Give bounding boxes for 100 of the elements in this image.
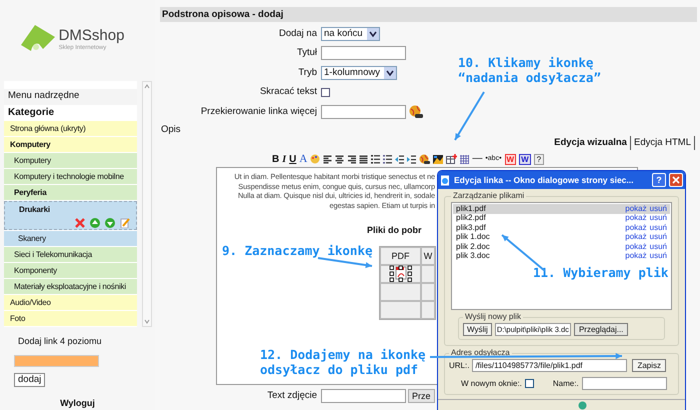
- delete-link[interactable]: usuń: [650, 240, 667, 253]
- logout-link[interactable]: Wyloguj: [60, 396, 95, 410]
- annotation-text: 12. Dodajemy na ikonkę odsyłacz do pliku pdf: [260, 347, 426, 377]
- category-item[interactable]: Komponenty: [4, 263, 137, 278]
- globe-link-icon[interactable]: [409, 104, 423, 119]
- group-title: Zarządzanie plikami: [452, 190, 526, 202]
- table-cell[interactable]: [421, 282, 435, 300]
- category-item[interactable]: Drukarki: [4, 201, 137, 230]
- category-item[interactable]: Skanery: [4, 231, 137, 246]
- grid-icon[interactable]: [460, 154, 470, 164]
- title-input[interactable]: [321, 46, 406, 60]
- name-input[interactable]: [582, 377, 667, 390]
- delete-link[interactable]: usuń: [650, 222, 667, 234]
- url-input[interactable]: /files/1104985773/file/plik1.pdf: [472, 359, 628, 372]
- field-label: Dodaj na: [278, 26, 318, 41]
- field-label: Przekierowanie linka więcej: [200, 104, 318, 119]
- field-label: Skracać tekst: [258, 85, 318, 100]
- browse-button[interactable]: Prze: [408, 389, 435, 404]
- annotation-text: 9. Zaznaczamy ikonkę: [222, 243, 373, 258]
- bold-button[interactable]: B: [272, 152, 280, 166]
- italic-button[interactable]: I: [282, 152, 286, 166]
- help-button[interactable]: ?: [652, 173, 666, 187]
- pointer-arrow: [318, 257, 372, 268]
- save-button[interactable]: Zapisz: [632, 359, 666, 372]
- close-button[interactable]: [669, 173, 683, 187]
- description-label: Opis: [160, 122, 182, 136]
- help-button[interactable]: ?: [534, 154, 544, 164]
- pdf-file-icon[interactable]: [388, 265, 412, 282]
- upload-button[interactable]: Wyślij: [463, 323, 492, 336]
- bullet-list-icon[interactable]: [371, 154, 380, 164]
- delete-icon[interactable]: [75, 218, 85, 228]
- align-center-icon[interactable]: [335, 154, 344, 164]
- underline-button[interactable]: U: [289, 152, 296, 166]
- align-right-icon[interactable]: [347, 154, 356, 164]
- globe-link-icon[interactable]: [419, 154, 430, 164]
- dialog-title: Edycja linka -- Okno dialogowe strony siec...: [454, 174, 634, 186]
- category-item[interactable]: Sieci i Telekomunikacja: [4, 247, 137, 262]
- show-link[interactable]: pokaż: [625, 240, 647, 253]
- new-window-checkbox[interactable]: [524, 379, 534, 388]
- file-row[interactable]: plik 1.doc pokaż usuń: [453, 232, 670, 242]
- move-up-icon[interactable]: [90, 218, 100, 228]
- delete-link[interactable]: usuń: [650, 202, 667, 215]
- section-title: Kategorie: [7, 106, 56, 120]
- move-down-icon[interactable]: [105, 218, 115, 228]
- insert-table-icon[interactable]: [446, 154, 458, 164]
- table-cell[interactable]: [421, 300, 435, 318]
- file-name: plik 1.doc: [456, 232, 491, 243]
- category-item[interactable]: Strona główna (ukryty): [4, 121, 137, 136]
- category-item[interactable]: Materiały eksploatacyjne i nośniki: [4, 279, 137, 294]
- editor-tab[interactable]: Edycja HTML: [630, 136, 695, 150]
- add-link-input[interactable]: [14, 354, 99, 366]
- image-icon[interactable]: [433, 154, 444, 164]
- numbered-list-icon[interactable]: [383, 154, 392, 164]
- editor-tab[interactable]: Edycja wizualna: [551, 136, 631, 150]
- scrollbar[interactable]: [142, 81, 152, 327]
- file-row[interactable]: plik 3.doc pokaż usuń: [453, 252, 670, 261]
- delete-link[interactable]: usuń: [650, 231, 667, 244]
- show-link[interactable]: pokaż: [625, 222, 647, 234]
- dropdown[interactable]: na końcu: [321, 26, 380, 41]
- show-link[interactable]: pokaż: [625, 250, 647, 262]
- table-cell[interactable]: [380, 300, 421, 318]
- link-input[interactable]: [321, 104, 406, 119]
- table-cell[interactable]: [380, 264, 421, 282]
- file-row[interactable]: plik 2.doc pokaż usuń: [453, 242, 670, 252]
- file-row[interactable]: plik2.pdf pokaż usuń: [453, 214, 670, 223]
- horizontal-rule-button[interactable]: —: [472, 154, 482, 164]
- add-button[interactable]: dodaj: [14, 372, 46, 386]
- justify-icon[interactable]: [359, 154, 368, 164]
- paste-word-button[interactable]: W: [519, 154, 531, 164]
- category-item[interactable]: Komputery: [4, 137, 137, 152]
- align-left-icon[interactable]: [323, 154, 332, 164]
- show-link[interactable]: pokaż: [625, 212, 647, 224]
- category-item[interactable]: Foto: [4, 311, 137, 326]
- browse-button[interactable]: Przeglądaj...: [574, 323, 628, 336]
- file-row[interactable]: plik1.pdf pokaż usuń: [453, 204, 670, 214]
- table-cell[interactable]: [380, 282, 421, 300]
- outdent-icon[interactable]: [395, 154, 404, 164]
- category-item[interactable]: Komputery: [4, 153, 137, 168]
- caption-input[interactable]: [321, 389, 406, 404]
- checkbox[interactable]: [321, 88, 330, 97]
- show-link[interactable]: pokaż: [625, 231, 647, 244]
- dropdown[interactable]: 1-kolumnowy: [321, 66, 397, 80]
- file-row[interactable]: plik3.pdf pokaż usuń: [453, 223, 670, 232]
- indent-icon[interactable]: [407, 154, 416, 164]
- annotation-text: 10. Klikamy ikonkę “nadania odsyłacza”: [458, 55, 601, 85]
- palette-icon[interactable]: [310, 154, 320, 164]
- menu-title[interactable]: Menu nadrzędne: [4, 89, 137, 105]
- category-item[interactable]: Audio/Video: [4, 295, 137, 310]
- table-cell[interactable]: [421, 264, 435, 282]
- category-item[interactable]: Komputery i technologie mobilne: [4, 169, 137, 184]
- page-icon: [440, 174, 451, 186]
- delete-link[interactable]: usuń: [650, 250, 667, 262]
- text-color-button[interactable]: A: [299, 150, 308, 168]
- pointer-arrow: [454, 91, 485, 141]
- show-link[interactable]: pokaż: [625, 202, 647, 215]
- file-name: plik2.pdf: [456, 213, 487, 224]
- editor-heading: Pliki do pobr: [367, 224, 422, 237]
- delete-link[interactable]: usuń: [650, 212, 667, 224]
- category-item[interactable]: Peryferia: [4, 185, 137, 200]
- table-header: PDF: [380, 246, 421, 264]
